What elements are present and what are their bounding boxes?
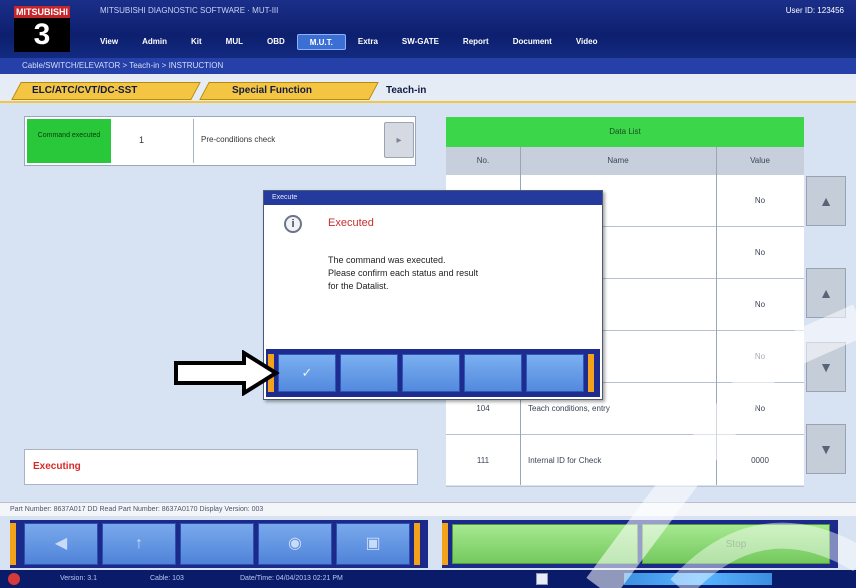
command-panel: Command executed 1 Pre-conditions check: [24, 116, 416, 166]
menu-item-view[interactable]: View: [88, 34, 130, 50]
diagnostic-app-window: { "header": { "logo_top_label": "MITSUBI…: [0, 0, 856, 588]
row-value: No: [754, 300, 766, 309]
column-header-name: Name: [607, 156, 629, 165]
cable-text: Cable: 103: [150, 575, 184, 582]
datetime-text: Date/Time: 04/04/2013 02:21 PM: [240, 575, 343, 582]
function-button-record[interactable]: ◉: [258, 523, 332, 565]
row-value: No: [754, 352, 766, 361]
menu-item-obd[interactable]: OBD: [255, 34, 297, 50]
part-number-status-line: Part Number: 8637A017 DD Read Part Numbe…: [0, 502, 856, 516]
bar-cap: [414, 523, 420, 565]
menu-item-mut[interactable]: M.U.T.: [296, 34, 346, 50]
row-value: No: [754, 404, 766, 413]
datalist-title: Data List: [446, 117, 804, 147]
dialog-button-bar: ✓: [266, 349, 600, 397]
ok-button[interactable]: ✓: [278, 354, 336, 392]
dialog-button-empty[interactable]: [402, 354, 460, 392]
dialog-title: Execute: [264, 191, 602, 205]
bar-cap: [442, 523, 448, 565]
tab-teach-in[interactable]: Teach-in: [386, 82, 466, 100]
scroll-page-up-button[interactable]: ▲: [806, 268, 846, 318]
info-icon: i: [284, 215, 302, 233]
execution-status-panel: Executing: [24, 449, 418, 485]
row-value: No: [754, 196, 766, 205]
dialog-message-line: for the Datalist.: [328, 281, 389, 291]
scroll-top-button[interactable]: ▲: [806, 176, 846, 226]
power-icon[interactable]: [8, 573, 20, 585]
menu-item-report[interactable]: Report: [451, 34, 501, 50]
dialog-message-line: The command was executed.: [328, 255, 446, 265]
breadcrumb: Cable/SWITCH/ELEVATOR > Teach-in > INSTR…: [0, 58, 856, 74]
tab-special-function[interactable]: Special Function: [232, 82, 362, 100]
function-button-back[interactable]: ◀: [24, 523, 98, 565]
menu-item-document[interactable]: Document: [501, 34, 564, 50]
tab-elc-atc[interactable]: ELC/ATC/CVT/DC-SST: [32, 82, 192, 100]
column-header-no: No.: [476, 156, 490, 165]
tab-bar: ELC/ATC/CVT/DC-SST Special Function Teac…: [0, 74, 856, 102]
column-header-value: Value: [750, 156, 770, 165]
column-divider: [716, 147, 717, 485]
version-text: Version: 3.1: [60, 575, 97, 582]
function-button-up[interactable]: ↑: [102, 523, 176, 565]
stop-button[interactable]: Stop: [642, 524, 830, 564]
dialog-button-empty[interactable]: [464, 354, 522, 392]
menu-item-mul[interactable]: MUL: [214, 34, 255, 50]
row-no: 111: [476, 456, 490, 465]
menu-item-kit[interactable]: Kit: [179, 34, 214, 50]
taskbar: Version: 3.1 Cable: 103 Date/Time: 04/04…: [0, 570, 856, 588]
menu-item-video[interactable]: Video: [564, 34, 610, 50]
right-arrow-icon: [174, 350, 280, 396]
command-number: 1: [139, 135, 145, 145]
tab-underline: [0, 101, 856, 103]
dialog-heading: Executed: [328, 217, 374, 229]
scroll-bottom-button[interactable]: ▼: [806, 424, 846, 474]
table-row[interactable]: 111 Internal ID for Check 0000: [446, 435, 804, 487]
execution-status-text: Executing: [33, 461, 81, 472]
execute-button[interactable]: [452, 524, 638, 564]
dialog-button-empty[interactable]: [340, 354, 398, 392]
scroll-page-down-button[interactable]: ▼: [806, 342, 846, 392]
execute-button-bar: Stop: [442, 520, 838, 568]
command-status-badge: Command executed: [27, 119, 111, 163]
window-icon[interactable]: [536, 573, 548, 585]
dialog-message-line: Please confirm each status and result: [328, 268, 479, 278]
datalist-column-headers: No. Name Value: [446, 147, 804, 175]
main-menu: View Admin Kit MUL OBD M.U.T. Extra SW-G…: [88, 34, 609, 50]
command-divider: [193, 119, 194, 163]
app-title: MITSUBISHI DIAGNOSTIC SOFTWARE · MUT-III: [100, 6, 279, 15]
row-value: 0000: [751, 456, 769, 465]
logo-brand-label: MITSUBISHI: [14, 6, 70, 18]
logo-number: 3: [14, 18, 70, 52]
function-button-print[interactable]: ▣: [336, 523, 410, 565]
menu-item-extra[interactable]: Extra: [346, 34, 390, 50]
executed-dialog: Execute i Executed The command was execu…: [263, 190, 603, 400]
menu-item-sw-gate[interactable]: SW-GATE: [390, 34, 451, 50]
command-name: Pre-conditions check: [201, 135, 276, 144]
menu-item-admin[interactable]: Admin: [130, 34, 179, 50]
function-button-bar: ◀ ↑ ◉ ▣: [10, 520, 428, 568]
user-id: User ID: 123456: [785, 6, 844, 15]
app-logo: MITSUBISHI 3: [14, 6, 70, 52]
row-name: Internal ID for Check: [528, 456, 602, 465]
row-value: No: [754, 248, 766, 257]
function-button-empty[interactable]: [180, 523, 254, 565]
bar-cap: [10, 523, 16, 565]
bar-cap: [588, 354, 594, 392]
tray-icons[interactable]: [624, 573, 772, 585]
top-bar: MITSUBISHI 3 MITSUBISHI DIAGNOSTIC SOFTW…: [0, 0, 856, 58]
dialog-button-empty[interactable]: [526, 354, 584, 392]
command-select-button[interactable]: ▸: [384, 122, 414, 158]
